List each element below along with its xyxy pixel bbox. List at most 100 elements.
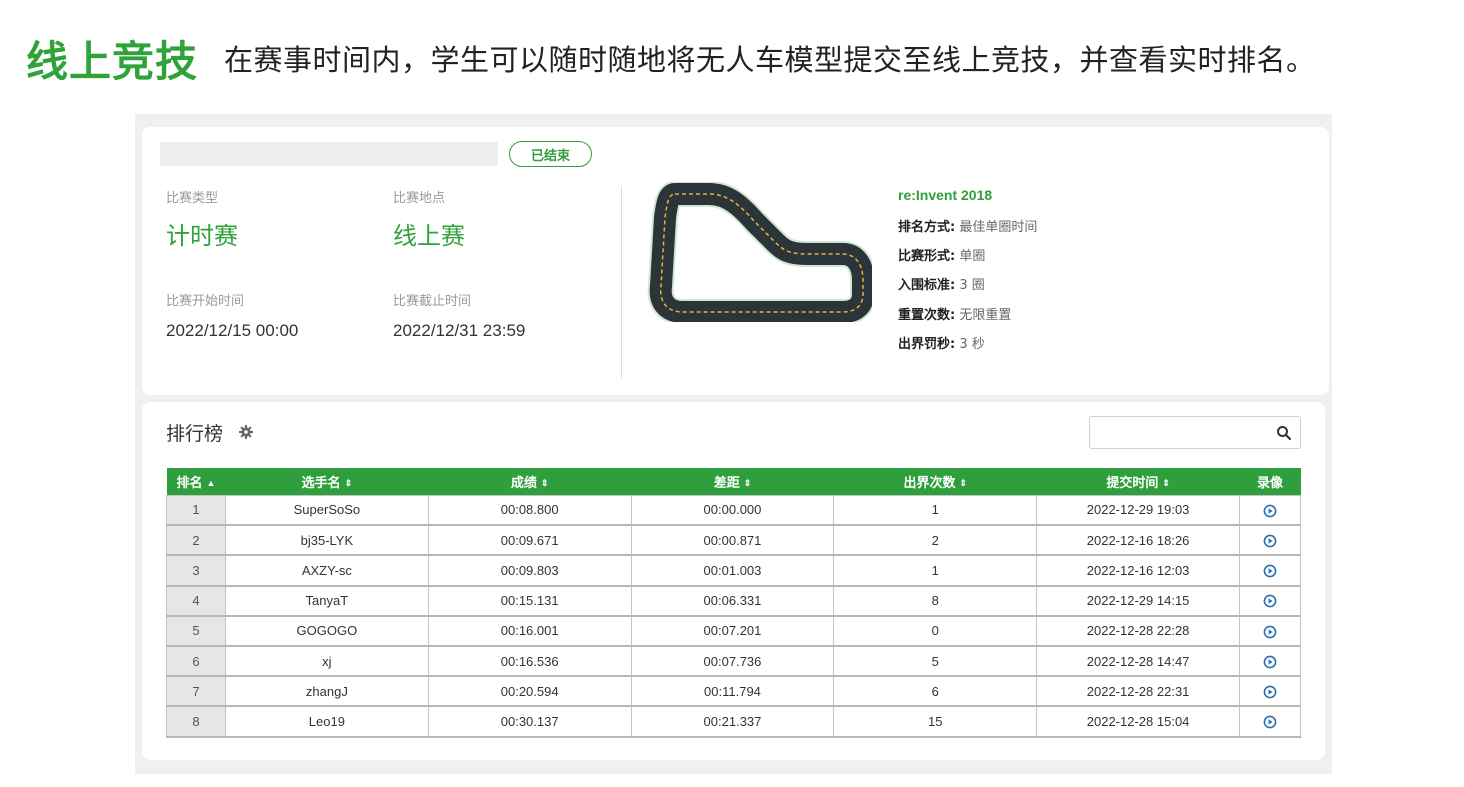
video-cell xyxy=(1239,675,1301,708)
gap-cell: 00:21.337 xyxy=(630,705,835,738)
rank-cell: 6 xyxy=(166,645,226,678)
submitted-cell: 2022-12-28 15:04 xyxy=(1036,705,1240,738)
column-header-offtrack[interactable]: 出界次数 ⇕ xyxy=(834,468,1037,495)
player-name-cell: AXZY-sc xyxy=(224,554,429,587)
sort-icon: ⇕ xyxy=(344,477,353,488)
submitted-cell: 2022-12-28 22:31 xyxy=(1036,675,1240,708)
rank-cell: 1 xyxy=(166,494,226,527)
video-cell xyxy=(1239,494,1301,527)
race-name-placeholder xyxy=(160,142,498,166)
sort-asc-icon: ▲ xyxy=(206,477,216,488)
rank-cell: 3 xyxy=(166,554,226,587)
score-cell: 00:09.803 xyxy=(427,554,632,587)
submitted-cell: 2022-12-28 14:47 xyxy=(1036,645,1240,678)
gear-icon[interactable] xyxy=(238,424,254,440)
table-row: 5 GOGOGO 00:16.001 00:07.201 0 2022-12-28 22:… xyxy=(166,615,1301,647)
rank-cell: 8 xyxy=(166,705,226,738)
video-cell xyxy=(1239,554,1301,587)
offtrack-cell: 8 xyxy=(833,585,1038,617)
search-box xyxy=(1089,416,1301,449)
player-name-cell: zhangJ xyxy=(224,675,429,708)
race-type-value: 计时赛 xyxy=(166,222,238,250)
rule-penalty: 出界罚秒: 3 秒 xyxy=(898,337,985,352)
submitted-cell: 2022-12-28 22:28 xyxy=(1036,615,1240,647)
submitted-cell: 2022-12-16 12:03 xyxy=(1036,554,1240,587)
offtrack-cell: 5 xyxy=(833,645,1038,678)
offtrack-cell: 2 xyxy=(833,524,1038,557)
search-input[interactable] xyxy=(1090,417,1270,448)
race-location-value: 线上赛 xyxy=(393,222,465,250)
column-header-score[interactable]: 成绩 ⇕ xyxy=(428,468,631,495)
table-row: 8 Leo19 00:30.137 00:21.337 15 2022-12-28 15:… xyxy=(166,705,1301,738)
page-header: 线上竞技 在赛事时间内，学生可以随时随地将无人车模型提交至线上竞技，并查看实时排… xyxy=(26,30,1446,86)
score-cell: 00:15.131 xyxy=(427,585,632,617)
sort-icon: ⇕ xyxy=(1162,477,1170,488)
column-header-rank[interactable]: 排名 ▲ xyxy=(167,468,226,495)
column-header-gap[interactable]: 差距 ⇕ xyxy=(631,468,834,495)
rank-cell: 5 xyxy=(166,615,226,647)
score-cell: 00:16.536 xyxy=(427,645,632,678)
race-location-label: 比赛地点 xyxy=(393,191,446,206)
play-circle-icon[interactable] xyxy=(1263,655,1277,669)
page-description: 在赛事时间内，学生可以随时随地将无人车模型提交至线上竞技，并查看实时排名。 xyxy=(224,43,1316,77)
play-circle-icon[interactable] xyxy=(1263,625,1277,639)
track-name: re:Invent 2018 xyxy=(898,187,993,203)
sort-icon: ⇕ xyxy=(743,477,752,488)
race-end-value: 2022/12/31 23:59 xyxy=(393,321,526,340)
table-header-row: 排名 ▲ 选手名 ⇕ 成绩 ⇕ 差距 ⇕ 出界次数 ⇕ 提交时间 ⇕ 录像 xyxy=(166,468,1301,495)
score-cell: 00:30.137 xyxy=(427,705,632,738)
rank-cell: 7 xyxy=(166,675,226,708)
score-cell: 00:16.001 xyxy=(427,615,632,647)
column-header-submitted[interactable]: 提交时间 ⇕ xyxy=(1037,468,1240,495)
video-cell xyxy=(1239,705,1301,738)
rule-qualify: 入围标准: 3 圈 xyxy=(898,278,985,293)
leaderboard-table: 排名 ▲ 选手名 ⇕ 成绩 ⇕ 差距 ⇕ 出界次数 ⇕ 提交时间 ⇕ 录像 1 SuperSo… xyxy=(166,468,1301,738)
score-cell: 00:20.594 xyxy=(427,675,632,708)
gap-cell: 00:00.871 xyxy=(630,524,835,557)
play-circle-icon[interactable] xyxy=(1263,685,1277,699)
race-end-label: 比赛截止时间 xyxy=(393,294,472,309)
player-name-cell: TanyaT xyxy=(224,585,429,617)
column-header-player[interactable]: 选手名 ⇕ xyxy=(225,468,428,495)
gap-cell: 00:01.003 xyxy=(630,554,835,587)
track-map xyxy=(647,182,872,322)
play-circle-icon[interactable] xyxy=(1263,534,1277,548)
table-row: 1 SuperSoSo 00:08.800 00:00.000 1 2022-12-29 … xyxy=(166,494,1301,527)
video-cell xyxy=(1239,585,1301,617)
table-row: 3 AXZY-sc 00:09.803 00:01.003 1 2022-12-16 12… xyxy=(166,554,1301,587)
offtrack-cell: 6 xyxy=(833,675,1038,708)
play-circle-icon[interactable] xyxy=(1263,564,1277,578)
sort-icon: ⇕ xyxy=(959,477,968,488)
player-name-cell: Leo19 xyxy=(224,705,429,738)
play-circle-icon[interactable] xyxy=(1263,715,1277,729)
race-info-card: 已结束 比赛类型 计时赛 比赛地点 线上赛 比赛开始时间 2022/12/15 … xyxy=(142,127,1329,395)
offtrack-cell: 0 xyxy=(833,615,1038,647)
player-name-cell: SuperSoSo xyxy=(224,494,429,527)
column-header-video: 录像 xyxy=(1256,474,1283,490)
score-cell: 00:09.671 xyxy=(427,524,632,557)
race-start-value: 2022/12/15 00:00 xyxy=(166,321,299,340)
status-badge: 已结束 xyxy=(509,141,592,167)
video-cell xyxy=(1239,615,1301,647)
race-type-label: 比赛类型 xyxy=(166,191,219,206)
table-row: 7 zhangJ 00:20.594 00:11.794 6 2022-12-28 22:… xyxy=(166,675,1301,708)
leaderboard-body: 1 SuperSoSo 00:08.800 00:00.000 1 2022-12-29 … xyxy=(166,494,1301,738)
page-title: 线上竞技 xyxy=(26,36,199,86)
rule-ranking: 排名方式: 最佳单圈时间 xyxy=(898,220,1038,235)
search-icon[interactable] xyxy=(1276,425,1292,441)
video-cell xyxy=(1239,524,1301,557)
gap-cell: 00:11.794 xyxy=(630,675,835,708)
player-name-cell: GOGOGO xyxy=(224,615,429,647)
gap-cell: 00:00.000 xyxy=(630,494,835,527)
rule-format: 比赛形式: 单圈 xyxy=(898,249,986,264)
play-circle-icon[interactable] xyxy=(1263,504,1277,518)
offtrack-cell: 1 xyxy=(833,554,1038,587)
play-circle-icon[interactable] xyxy=(1263,594,1277,608)
submitted-cell: 2022-12-29 19:03 xyxy=(1036,494,1240,527)
gap-cell: 00:06.331 xyxy=(630,585,835,617)
sort-icon: ⇕ xyxy=(540,477,549,488)
info-divider xyxy=(621,186,622,378)
gap-cell: 00:07.736 xyxy=(630,645,835,678)
video-cell xyxy=(1239,645,1301,678)
race-start-label: 比赛开始时间 xyxy=(166,294,245,309)
